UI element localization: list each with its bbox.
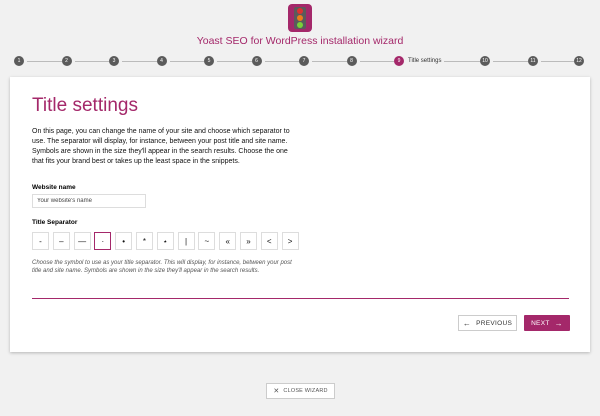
green-light — [297, 22, 303, 28]
separator-option[interactable]: * — [135, 232, 153, 250]
step-6: 6 — [251, 56, 265, 66]
separator-option[interactable]: · — [94, 232, 112, 250]
step-number: 7 — [299, 56, 309, 66]
traffic-light-icon — [294, 7, 306, 29]
step-11: 11 — [528, 56, 541, 66]
website-name-label: Website name — [32, 184, 76, 191]
website-name-input[interactable] — [32, 194, 146, 208]
next-button[interactable]: NEXT → — [524, 315, 570, 331]
step-number: 2 — [61, 56, 72, 66]
separator-option[interactable]: – — [52, 232, 70, 250]
step-5: 5 — [204, 56, 217, 66]
separator-option[interactable]: > — [281, 232, 299, 250]
step-10: 10 — [480, 56, 493, 66]
orange-light — [297, 15, 303, 21]
separator-option[interactable]: « — [219, 232, 237, 250]
step-9: 9 Title settings — [394, 56, 445, 66]
close-wizard-button[interactable]: ✕ CLOSE WIZARD — [266, 383, 335, 399]
red-light — [297, 8, 303, 14]
step-number: 11 — [528, 56, 538, 66]
step-number: 5 — [204, 56, 214, 66]
step-number: 8 — [346, 56, 357, 66]
separator-option[interactable]: » — [239, 232, 257, 250]
step-number: 4 — [156, 56, 167, 66]
separator-option[interactable]: ~ — [198, 232, 216, 250]
intro-text: On this page, you can change the name of… — [32, 128, 290, 165]
title-separator-label: Title Separator — [32, 219, 78, 226]
arrow-right-icon: → — [554, 318, 563, 328]
separator-option[interactable]: < — [260, 232, 278, 250]
wizard-title: Yoast SEO for WordPress installation wiz… — [196, 35, 404, 47]
step-number: 12 — [574, 56, 584, 66]
step-1: 1 — [14, 56, 27, 66]
step-number: 3 — [109, 56, 119, 66]
step-12: 12 — [574, 56, 587, 66]
separator-options: - – — · • * ⋆ | ~ «» < > — [32, 232, 302, 250]
step-3: 3 — [109, 56, 122, 66]
step-2: 2 — [61, 56, 75, 66]
previous-button[interactable]: ← PREVIOUS — [458, 315, 517, 331]
step-number: 1 — [14, 56, 24, 66]
next-label: NEXT — [531, 319, 550, 327]
page-title: Title settings — [32, 95, 138, 116]
wizard-card: Title settings On this page, you can cha… — [10, 77, 590, 352]
stepper: 1 2 3 4 5 6 7 8 9 Title settings 10 11 12 — [14, 55, 588, 67]
divider — [32, 298, 569, 299]
separator-option[interactable]: - — [32, 232, 49, 250]
separator-option[interactable]: — — [73, 232, 91, 250]
arrow-left-icon: ← — [462, 318, 472, 328]
close-icon: ✕ — [273, 388, 280, 395]
step-number: 9 — [394, 56, 404, 66]
yoast-logo-icon — [288, 4, 312, 32]
separator-option[interactable]: | — [177, 232, 195, 250]
close-wizard-label: CLOSE WIZARD — [283, 388, 328, 394]
previous-label: PREVIOUS — [476, 319, 513, 327]
step-label: Title settings — [408, 58, 442, 64]
separator-help-text: Choose the symbol to use as your title s… — [32, 260, 292, 275]
separator-option[interactable]: • — [115, 232, 133, 250]
step-4: 4 — [156, 56, 170, 66]
step-number: 10 — [480, 56, 490, 66]
step-8: 8 — [346, 56, 360, 66]
step-7: 7 — [299, 56, 312, 66]
separator-option[interactable]: ⋆ — [156, 232, 174, 250]
step-number: 6 — [251, 56, 262, 66]
